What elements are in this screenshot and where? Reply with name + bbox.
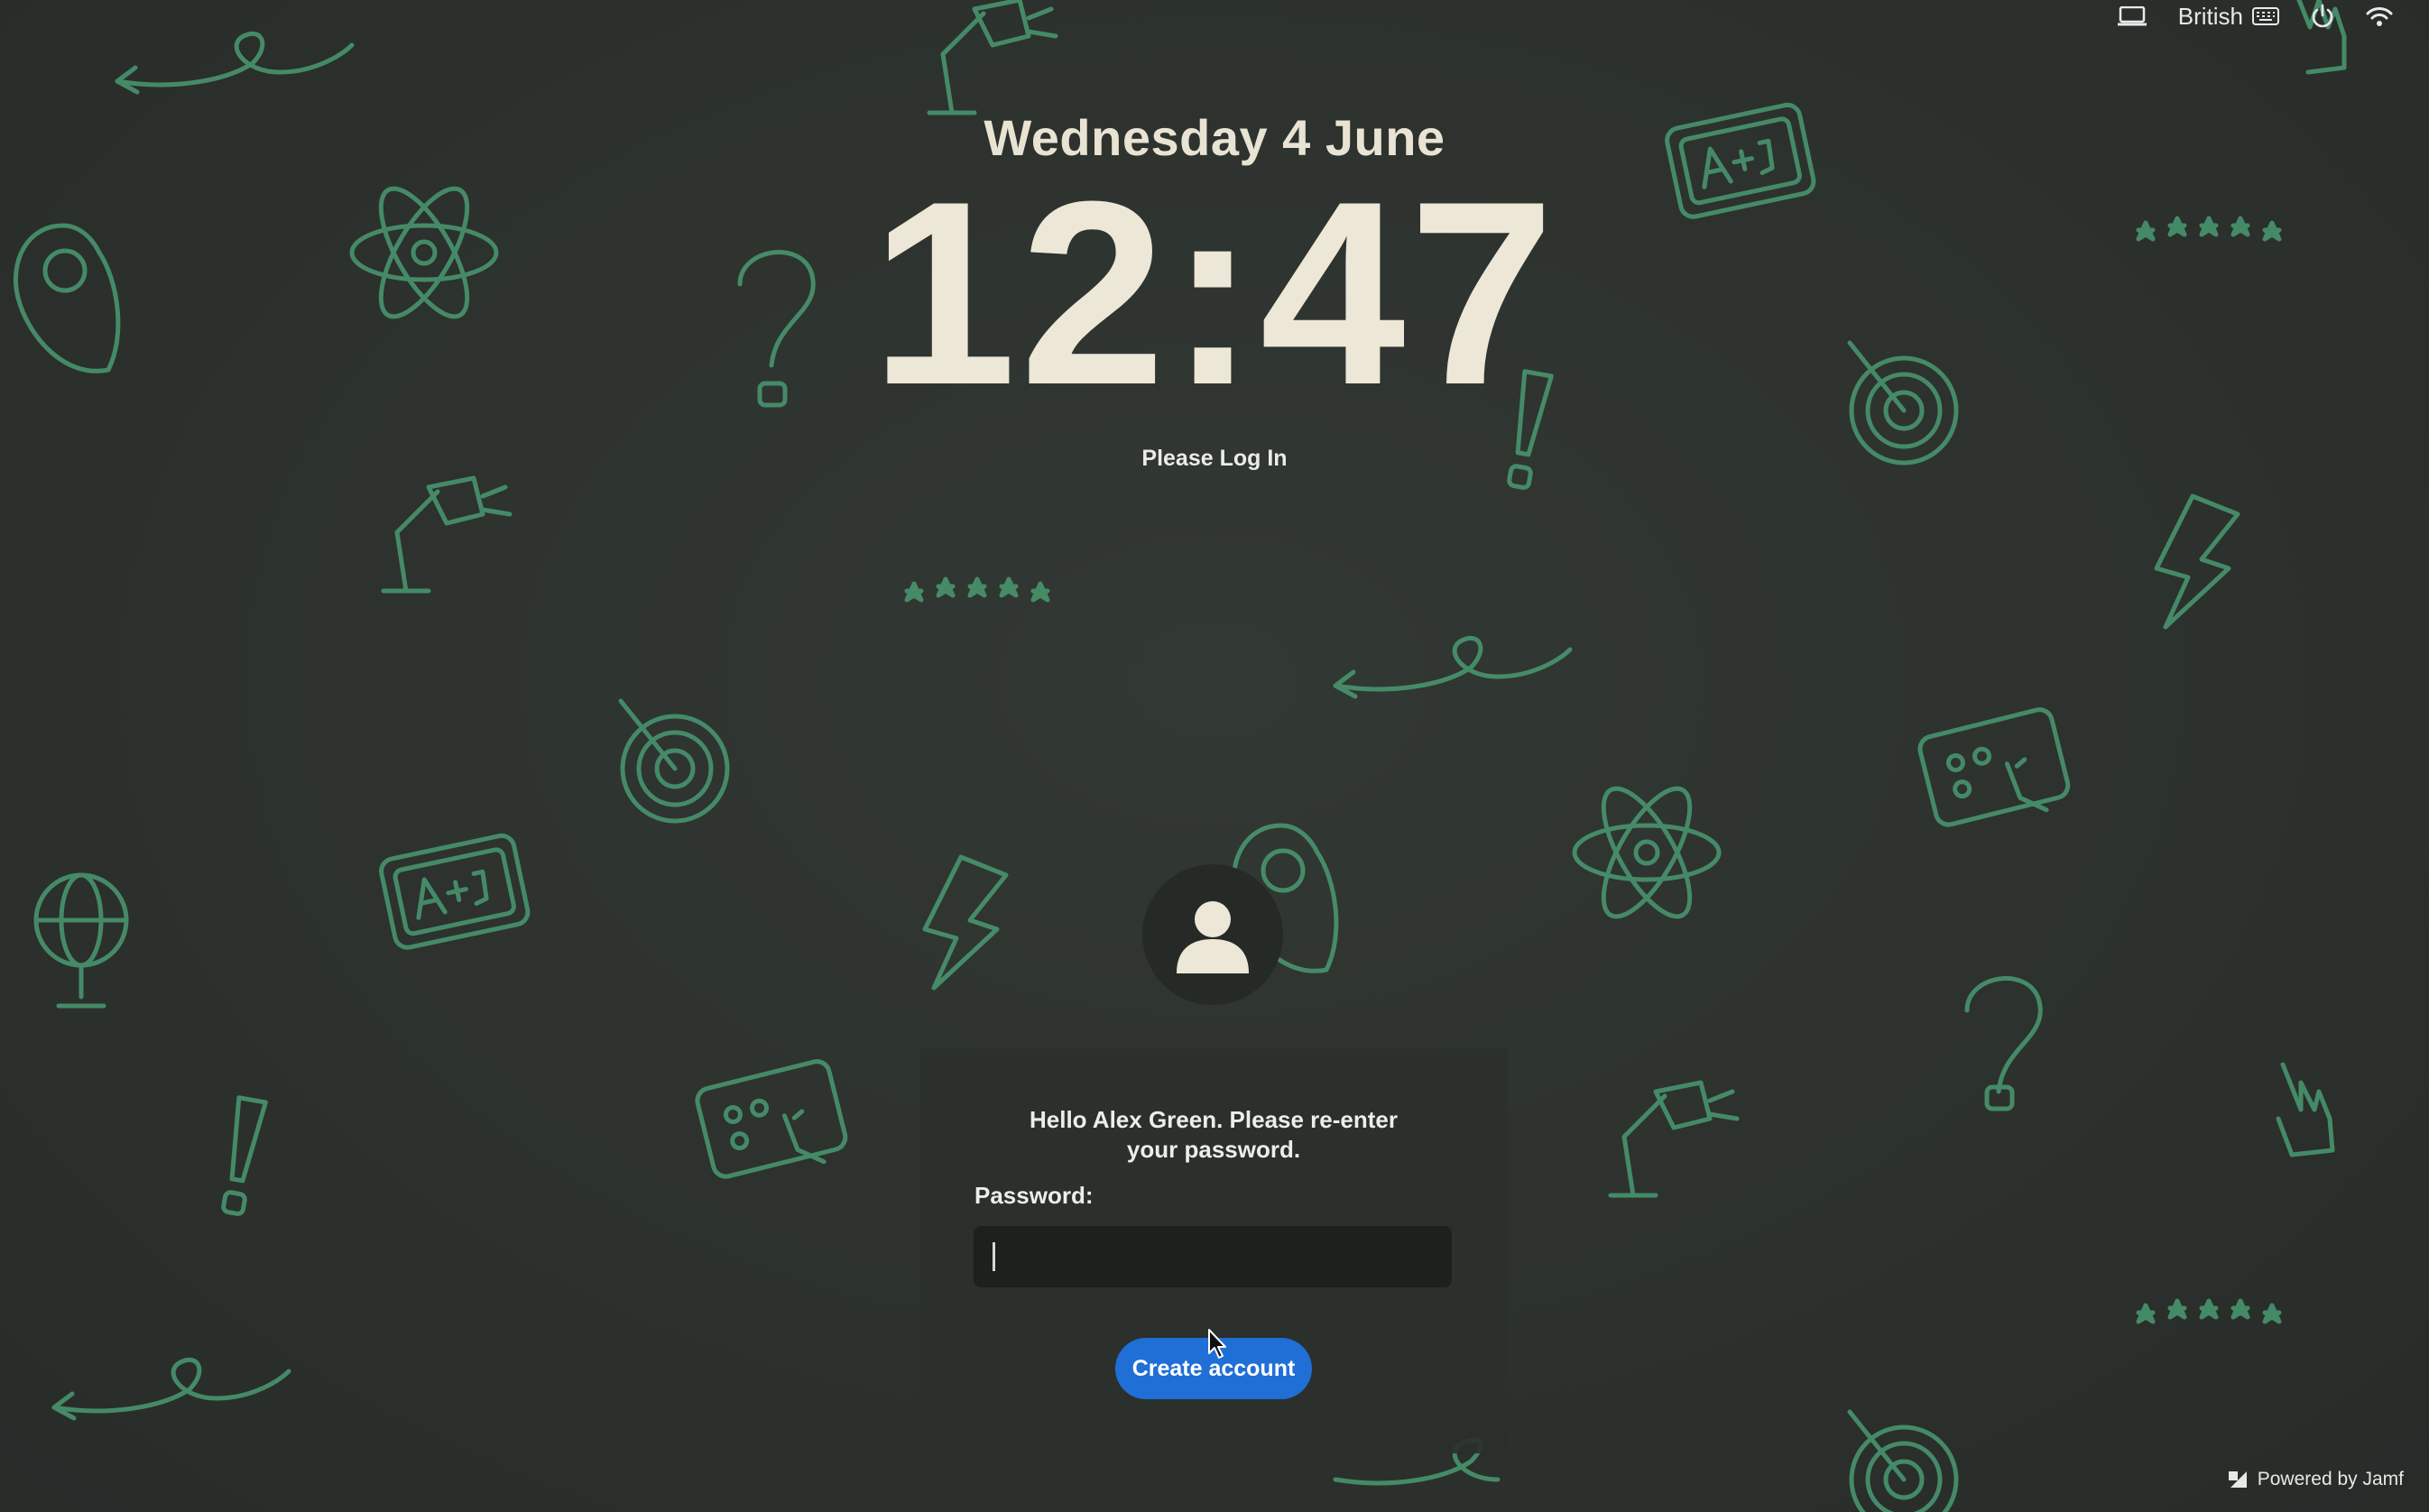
target-icon (1847, 1409, 1959, 1512)
greeting-line-2: your password. (1126, 1136, 1301, 1163)
lightning-icon (922, 854, 1009, 991)
exclamation-icon (221, 1095, 268, 1216)
user-icon (1177, 901, 1249, 973)
question-mark-icon (1964, 976, 2043, 1111)
password-label: Password: (974, 1182, 1094, 1209)
login-screen: British Wednesday 4 June 12:47 Please Lo… (0, 0, 2429, 1512)
keyboard-layout-menu[interactable]: British (2178, 3, 2279, 31)
tablet-icon (379, 833, 531, 950)
wifi-icon[interactable] (2366, 5, 2393, 27)
display-icon[interactable] (2117, 6, 2147, 26)
stars-icon (2136, 1298, 2282, 1324)
loop-arrow-icon (1333, 635, 1573, 699)
time-label: 12:47 (871, 147, 1558, 439)
touch-tablet-icon (695, 1059, 848, 1179)
stars-icon (904, 576, 1050, 603)
desk-lamp-icon (381, 475, 513, 594)
powered-by-label: Powered by Jamf (2257, 1469, 2404, 1489)
atom-icon (1572, 786, 1722, 919)
keyboard-layout-label: British (2177, 2, 2243, 30)
loop-arrow-icon (115, 31, 355, 95)
desk-lamp-icon (1608, 1080, 1740, 1198)
menu-bar: British (2117, 0, 2393, 32)
password-field[interactable] (974, 1226, 1452, 1287)
powered-by-footer: Powered by Jamf (2227, 1469, 2404, 1490)
pointing-hand-icon (2276, 1062, 2335, 1157)
lightning-icon (2154, 493, 2240, 630)
greeting-line-1: Hello Alex Green. Please re-enter (1029, 1106, 1398, 1133)
avatar (1142, 864, 1283, 1005)
mouse-cursor-icon (1208, 1329, 1226, 1359)
globe-icon (33, 872, 129, 1009)
desk-lamp-icon (927, 0, 1058, 115)
text-caret (993, 1242, 995, 1271)
touch-tablet-icon (1917, 707, 2071, 827)
power-icon[interactable] (2310, 4, 2335, 29)
keyboard-icon (2252, 7, 2279, 25)
jamf-logo-icon (2228, 1471, 2247, 1488)
loop-arrow-icon (51, 1357, 291, 1421)
greeting-message: Hello Alex Green. Please re-enter your p… (920, 1105, 1507, 1165)
login-prompt: Please Log In (1141, 446, 1288, 471)
target-icon (618, 698, 730, 824)
login-panel: Hello Alex Green. Please re-enter your p… (920, 1049, 1507, 1453)
